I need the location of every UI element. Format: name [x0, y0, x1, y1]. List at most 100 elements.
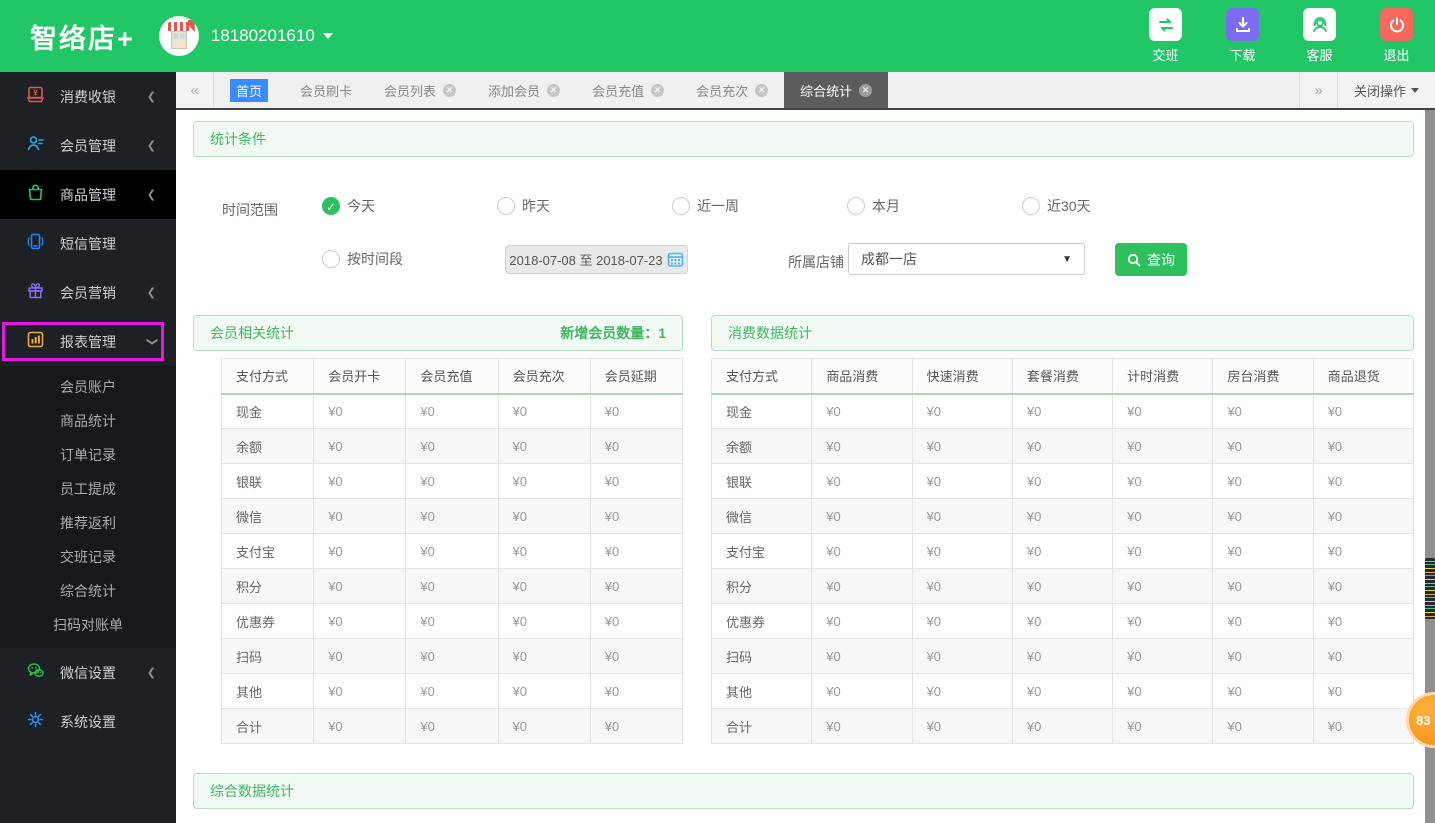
amount-cell: ¥0: [1112, 498, 1214, 534]
submenu-item[interactable]: 员工提成: [0, 472, 176, 506]
payment-method-cell: 合计: [710, 708, 813, 744]
panel-title: 统计条件: [210, 131, 266, 147]
tab-scroll-left-button[interactable]: «: [176, 72, 214, 108]
action-label: 下载: [1229, 48, 1256, 63]
column-header: 快速消费: [911, 358, 1013, 395]
close-operations-button[interactable]: 关闭操作: [1337, 72, 1435, 108]
radio-checked-icon: ✓: [322, 197, 340, 215]
amount-cell: ¥0: [1112, 603, 1214, 639]
goods-icon: [26, 183, 45, 207]
amount-cell: ¥0: [589, 463, 684, 499]
radio-近30天[interactable]: 近30天: [1022, 196, 1197, 216]
radio-by-period[interactable]: 按时间段: [322, 249, 497, 269]
column-header: 会员延期: [589, 358, 684, 395]
amount-cell: ¥0: [497, 638, 591, 674]
amount-cell: ¥0: [589, 533, 684, 569]
amount-cell: ¥0: [497, 568, 591, 604]
amount-cell: ¥0: [589, 673, 684, 709]
radio-label: 近30天: [1047, 198, 1091, 214]
sidebar-item-sms[interactable]: 短信管理: [0, 219, 176, 268]
consume-stats-table: 支付方式 商品消费 快速消费 套餐消费 计时消费 房台消费 商品退货 现金 ¥0 ¥0 ¥0 ¥0 ¥0…: [710, 358, 1415, 744]
submenu-item[interactable]: 综合统计: [0, 574, 176, 608]
search-button-label: 查询: [1147, 251, 1175, 268]
swap-button[interactable]: 交班: [1149, 8, 1182, 64]
tab-close-icon[interactable]: ✕: [755, 83, 769, 97]
submenu-item[interactable]: 商品统计: [0, 404, 176, 438]
submenu-item[interactable]: 推荐返利: [0, 506, 176, 540]
submenu-item[interactable]: 会员账户: [0, 370, 176, 404]
amount-cell: ¥0: [497, 533, 591, 569]
amount-cell: ¥0: [811, 673, 913, 709]
search-button[interactable]: 查询: [1115, 243, 1187, 276]
panel-title: 消费数据统计: [728, 325, 812, 341]
tab-添加会员[interactable]: 添加会员 ✕: [472, 72, 576, 108]
amount-cell: ¥0: [313, 428, 407, 464]
submenu-item[interactable]: 交班记录: [0, 540, 176, 574]
tab-label: 添加会员: [488, 83, 541, 99]
submenu-item[interactable]: 订单记录: [0, 438, 176, 472]
sidebar-item-member[interactable]: 会员管理 ❮: [0, 121, 176, 170]
table-row: 其他 ¥0 ¥0 ¥0 ¥0 ¥0 ¥0: [710, 673, 1415, 709]
store-select[interactable]: 成都一店 ▼: [848, 243, 1085, 275]
column-header: 会员充次: [497, 358, 591, 395]
power-button[interactable]: 退出: [1380, 8, 1413, 64]
cash-register-icon: ¥: [26, 85, 45, 109]
table-row: 优惠券 ¥0 ¥0 ¥0 ¥0 ¥0 ¥0: [710, 603, 1415, 639]
amount-cell: ¥0: [1112, 568, 1214, 604]
member-stats-panel-header: 会员相关统计 新增会员数量：1: [193, 315, 683, 351]
download-button[interactable]: 下载: [1226, 8, 1259, 64]
store-select-value: 成都一店: [861, 251, 917, 267]
sidebar-item-chart[interactable]: 报表管理 ❮: [0, 317, 176, 366]
amount-cell: ¥0: [1312, 708, 1415, 744]
table-row: 其他 ¥0 ¥0 ¥0 ¥0: [220, 673, 684, 709]
sidebar-item-label: 会员管理: [60, 137, 116, 154]
tab-bar: « 首页 会员刷卡 会员列表 ✕ 添加会员 ✕ 会员充值 ✕ 会员充次 ✕ 综合统计 ✕ » 关闭操作: [176, 72, 1435, 110]
user-menu[interactable]: 18180201610: [158, 16, 333, 56]
column-header: 房台消费: [1212, 358, 1314, 395]
sidebar-item-gift[interactable]: 会员营销 ❮: [0, 268, 176, 317]
radio-本月[interactable]: 本月: [847, 196, 1022, 216]
headset-button[interactable]: 客服: [1303, 8, 1336, 64]
sidebar-item-label: 报表管理: [60, 333, 116, 350]
tab-close-icon[interactable]: ✕: [859, 83, 873, 97]
tab-close-icon[interactable]: ✕: [443, 83, 457, 97]
sidebar-item-label: 系统设置: [60, 713, 116, 730]
radio-近一周[interactable]: 近一周: [672, 196, 847, 216]
column-header: 商品消费: [811, 358, 913, 395]
radio-今天[interactable]: ✓ 今天: [322, 196, 497, 216]
amount-cell: ¥0: [405, 498, 499, 534]
tab-会员充值[interactable]: 会员充值 ✕: [576, 72, 680, 108]
radio-昨天[interactable]: 昨天: [497, 196, 672, 216]
tab-会员充次[interactable]: 会员充次 ✕: [680, 72, 784, 108]
amount-cell: ¥0: [1011, 603, 1114, 639]
tab-会员列表[interactable]: 会员列表 ✕: [368, 72, 472, 108]
submenu-item[interactable]: 扫码对账单: [0, 608, 176, 642]
tab-首页[interactable]: 首页: [214, 72, 284, 108]
tab-scroll-right-button[interactable]: »: [1299, 72, 1337, 108]
amount-cell: ¥0: [911, 638, 1013, 674]
amount-cell: ¥0: [1212, 428, 1314, 464]
table-row: 现金 ¥0 ¥0 ¥0 ¥0 ¥0 ¥0: [710, 393, 1415, 429]
amount-cell: ¥0: [811, 568, 913, 604]
sidebar-item-wechat[interactable]: 微信设置 ❮: [0, 648, 176, 697]
amount-cell: ¥0: [589, 603, 684, 639]
tab-close-icon[interactable]: ✕: [651, 83, 665, 97]
avatar: [158, 16, 199, 56]
date-range-input[interactable]: 2018-07-08 至 2018-07-23: [505, 245, 688, 274]
sidebar-item-gear[interactable]: 系统设置: [0, 697, 176, 746]
table-header-row: 支付方式 商品消费 快速消费 套餐消费 计时消费 房台消费 商品退货: [710, 358, 1415, 395]
scrollbar-thumb[interactable]: [1425, 558, 1435, 620]
time-options-row: ✓ 今天 昨天 近一周 本月 近30天: [322, 196, 1197, 216]
amount-cell: ¥0: [1312, 463, 1415, 499]
amount-cell: ¥0: [1212, 393, 1314, 429]
payment-method-cell: 支付宝: [710, 533, 813, 569]
sidebar-item-goods[interactable]: 商品管理 ❮: [0, 170, 176, 219]
tab-综合统计[interactable]: 综合统计 ✕: [784, 72, 889, 108]
radio-circle-icon: [847, 197, 865, 215]
chevron-left-icon: ❮: [146, 287, 156, 299]
tab-会员刷卡[interactable]: 会员刷卡: [284, 72, 368, 108]
amount-cell: ¥0: [589, 638, 684, 674]
sidebar-item-cash-register[interactable]: ¥ 消费收银 ❮: [0, 72, 176, 121]
payment-method-cell: 支付宝: [220, 533, 315, 569]
tab-close-icon[interactable]: ✕: [547, 83, 561, 97]
